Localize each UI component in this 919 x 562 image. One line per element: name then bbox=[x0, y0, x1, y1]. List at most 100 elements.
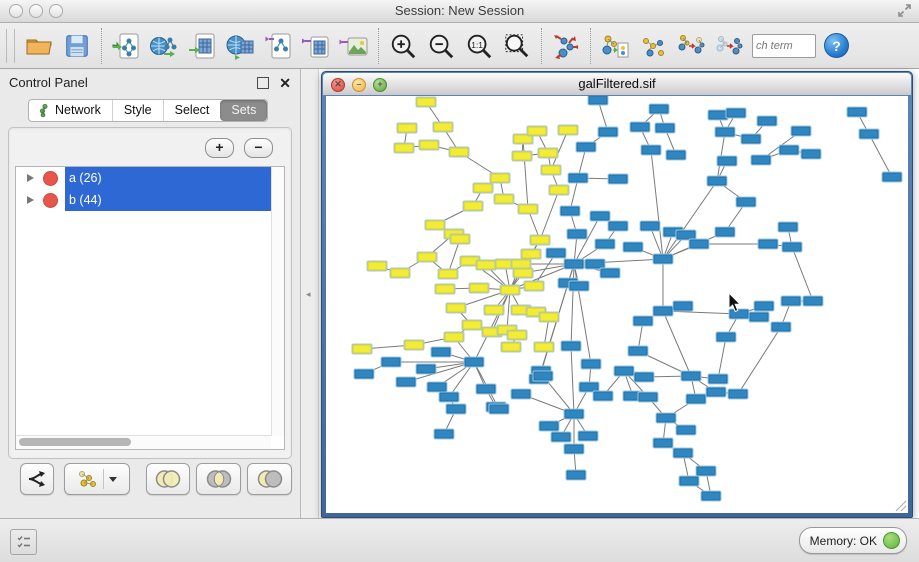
network-node[interactable] bbox=[434, 429, 455, 440]
set-row[interactable]: b (44) bbox=[16, 189, 284, 211]
network-node[interactable] bbox=[569, 281, 590, 292]
network-node[interactable] bbox=[564, 259, 585, 270]
network-node[interactable] bbox=[653, 438, 674, 449]
network-node[interactable] bbox=[354, 369, 375, 380]
network-node[interactable] bbox=[476, 384, 497, 395]
network-node[interactable] bbox=[656, 413, 677, 424]
network-node[interactable] bbox=[590, 211, 611, 222]
network-node[interactable] bbox=[539, 421, 560, 432]
network-node[interactable] bbox=[534, 342, 555, 353]
network-node[interactable] bbox=[716, 332, 737, 343]
network-node[interactable] bbox=[614, 366, 635, 377]
set-label[interactable]: a (26) bbox=[65, 167, 284, 189]
network-node[interactable] bbox=[686, 394, 707, 405]
network-node[interactable] bbox=[381, 357, 402, 368]
network-node[interactable] bbox=[439, 392, 460, 403]
network-node[interactable] bbox=[513, 268, 534, 279]
network-node[interactable] bbox=[546, 248, 567, 259]
network-node[interactable] bbox=[484, 305, 505, 316]
network-node[interactable] bbox=[564, 409, 585, 420]
memory-status-button[interactable]: Memory: OK bbox=[799, 527, 907, 554]
network-node[interactable] bbox=[501, 342, 522, 353]
network-node[interactable] bbox=[425, 220, 446, 231]
open-session-button[interactable] bbox=[20, 27, 58, 65]
network-node[interactable] bbox=[539, 312, 560, 323]
network-node[interactable] bbox=[681, 371, 702, 382]
network-node[interactable] bbox=[438, 269, 459, 280]
network-node[interactable] bbox=[527, 126, 548, 137]
network-node[interactable] bbox=[507, 330, 528, 341]
network-node[interactable] bbox=[653, 306, 674, 317]
search-input[interactable]: ch term bbox=[752, 34, 816, 58]
collapse-panel-icon[interactable]: ◂ bbox=[306, 289, 311, 300]
network-node[interactable] bbox=[416, 97, 437, 108]
network-node[interactable] bbox=[882, 172, 903, 183]
network-node[interactable] bbox=[600, 268, 621, 279]
network-node[interactable] bbox=[576, 142, 597, 153]
network-node[interactable] bbox=[462, 320, 483, 331]
network-node[interactable] bbox=[634, 372, 655, 383]
network-node[interactable] bbox=[673, 448, 694, 459]
add-set-button[interactable]: + bbox=[205, 138, 234, 158]
network-node[interactable] bbox=[623, 242, 644, 253]
network-node[interactable] bbox=[751, 155, 772, 166]
network-node[interactable] bbox=[588, 96, 609, 106]
apply-layout-button[interactable] bbox=[547, 27, 585, 65]
network-node[interactable] bbox=[633, 316, 654, 327]
network-node[interactable] bbox=[566, 470, 587, 481]
tab-select[interactable]: Select bbox=[163, 100, 221, 121]
network-node[interactable] bbox=[728, 389, 749, 400]
network-node[interactable] bbox=[649, 104, 670, 115]
network-node[interactable] bbox=[518, 204, 539, 215]
network-view-window[interactable]: ✕ – + galFiltered.sif bbox=[321, 71, 913, 518]
network-node[interactable] bbox=[567, 229, 588, 240]
network-node[interactable] bbox=[779, 145, 800, 156]
network-node[interactable] bbox=[628, 346, 649, 357]
network-node[interactable] bbox=[404, 340, 425, 351]
network-node[interactable] bbox=[533, 371, 554, 382]
network-node[interactable] bbox=[431, 347, 452, 358]
network-node[interactable] bbox=[717, 156, 738, 167]
network-node[interactable] bbox=[803, 296, 824, 307]
expand-triangle-icon[interactable] bbox=[27, 196, 34, 204]
network-node[interactable] bbox=[476, 260, 497, 271]
network-node[interactable] bbox=[561, 341, 582, 352]
network-node[interactable] bbox=[608, 221, 629, 232]
network-node[interactable] bbox=[749, 312, 770, 323]
import-table-web-button[interactable] bbox=[221, 27, 259, 65]
network-node[interactable] bbox=[638, 392, 659, 403]
network-node[interactable] bbox=[367, 261, 388, 272]
dropdown-caret-icon[interactable] bbox=[109, 477, 117, 482]
network-node[interactable] bbox=[655, 123, 676, 134]
network-node[interactable] bbox=[715, 127, 736, 138]
task-history-button[interactable] bbox=[10, 529, 37, 555]
network-node[interactable] bbox=[435, 284, 456, 295]
tab-network[interactable]: Network bbox=[29, 100, 112, 121]
import-network-file-button[interactable] bbox=[107, 27, 145, 65]
network-node[interactable] bbox=[608, 174, 629, 185]
network-node[interactable] bbox=[564, 444, 585, 455]
resize-grip-icon[interactable] bbox=[893, 498, 907, 512]
zoom-in-button[interactable] bbox=[384, 27, 422, 65]
network-node[interactable] bbox=[595, 239, 616, 250]
network-node[interactable] bbox=[446, 404, 467, 415]
expand-triangle-icon[interactable] bbox=[27, 174, 34, 182]
intersect-sets-button[interactable] bbox=[196, 463, 241, 495]
network-node[interactable] bbox=[568, 173, 589, 184]
sets-create-from-file-button[interactable] bbox=[596, 27, 634, 65]
import-network-web-button[interactable] bbox=[145, 27, 183, 65]
network-node[interactable] bbox=[801, 149, 822, 160]
network-node[interactable] bbox=[512, 151, 533, 162]
network-node[interactable] bbox=[640, 221, 661, 232]
network-node[interactable] bbox=[791, 126, 812, 137]
network-node[interactable] bbox=[782, 242, 803, 253]
sets-extract-button[interactable] bbox=[710, 27, 748, 65]
network-node[interactable] bbox=[726, 108, 747, 119]
network-node[interactable] bbox=[558, 125, 579, 136]
network-node[interactable] bbox=[538, 148, 559, 159]
network-node[interactable] bbox=[696, 466, 717, 477]
network-node[interactable] bbox=[847, 107, 868, 118]
network-node[interactable] bbox=[490, 173, 511, 184]
network-node[interactable] bbox=[446, 303, 467, 314]
minimize-view-icon[interactable]: – bbox=[352, 78, 366, 92]
